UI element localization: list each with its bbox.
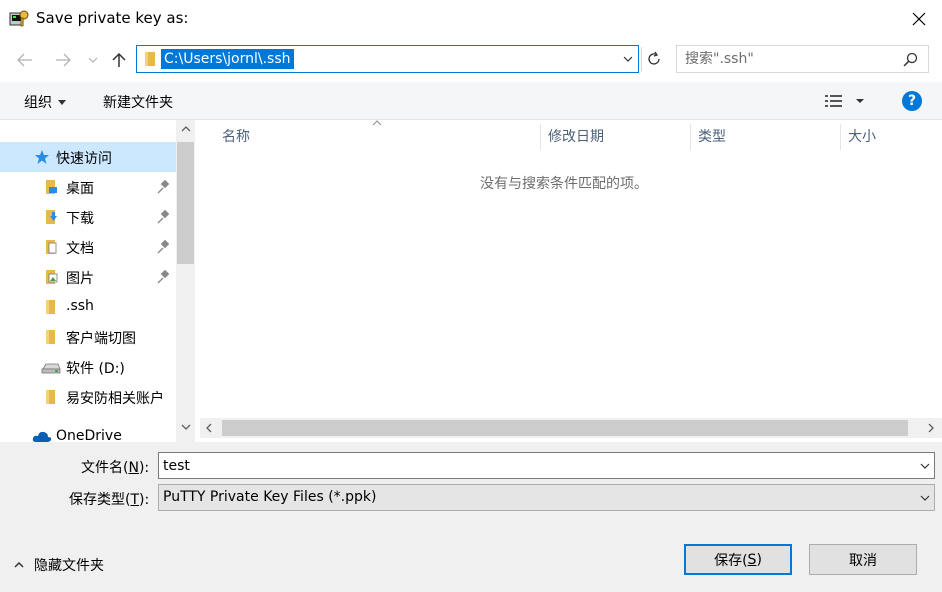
close-icon (912, 12, 926, 26)
sidebar-item-label: 软件 (D:) (66, 361, 125, 377)
folder-icon (46, 300, 55, 314)
sidebar-item-label: 桌面 (66, 181, 94, 197)
drive-icon (41, 363, 61, 374)
filename-label: 文件名(N): (81, 460, 150, 476)
column-header-name[interactable]: 名称 (214, 120, 540, 152)
sidebar-item-accounts[interactable]: 易安防相关账户 (0, 382, 176, 412)
save-button[interactable]: 保存(S) (684, 544, 792, 575)
refresh-button[interactable] (641, 47, 665, 71)
pin-icon[interactable] (157, 240, 171, 254)
filename-combobox[interactable] (158, 452, 935, 479)
sidebar-item-drive-d[interactable]: 软件 (D:) (0, 352, 176, 382)
chevron-down-icon (88, 57, 98, 63)
up-button[interactable] (106, 48, 132, 72)
sidebar-item-downloads[interactable]: 下载 (0, 202, 176, 232)
sidebar-item-desktop[interactable]: 桌面 (0, 172, 176, 202)
forward-button[interactable] (50, 48, 76, 72)
scroll-left-icon[interactable] (206, 423, 212, 433)
column-header-size[interactable]: 大小 (840, 120, 942, 152)
sidebar-item-label: 快速访问 (56, 151, 112, 167)
back-button[interactable] (12, 48, 38, 72)
scroll-thumb[interactable] (222, 420, 908, 436)
caret-down-icon (58, 99, 66, 105)
pictures-folder-icon (46, 270, 58, 284)
address-dropdown-icon[interactable] (623, 56, 633, 62)
sidebar-item-quick-access[interactable]: 快速访问 (0, 142, 176, 172)
sidebar-item-label: 下载 (66, 211, 94, 227)
refresh-icon (647, 51, 660, 65)
recent-locations-button[interactable] (85, 52, 101, 68)
hide-folders-toggle[interactable]: 隐藏文件夹 (14, 555, 104, 575)
sidebar-item-label: 易安防相关账户 (66, 391, 164, 407)
folder-icon (46, 330, 55, 344)
desktop-folder-icon (46, 180, 57, 194)
sidebar-item-label: 文档 (66, 241, 94, 257)
chevron-down-icon (920, 495, 930, 501)
scroll-thumb[interactable] (177, 142, 194, 264)
arrow-right-icon (56, 53, 71, 67)
chevron-down-icon[interactable] (920, 463, 930, 469)
filetype-label: 保存类型(T): (69, 492, 150, 508)
sidebar-item-label: 图片 (66, 271, 94, 287)
documents-folder-icon (46, 240, 57, 254)
sidebar-item-label: 客户端切图 (66, 331, 136, 347)
cloud-icon (32, 431, 52, 442)
file-list: 名称 修改日期 类型 大小 (196, 120, 942, 442)
filetype-select[interactable]: PuTTY Private Key Files (*.ppk) (158, 484, 935, 511)
folder-icon (143, 51, 157, 67)
search-input[interactable] (685, 50, 895, 68)
sidebar-item-documents[interactable]: 文档 (0, 232, 176, 262)
arrow-left-icon (17, 53, 32, 67)
close-button[interactable] (896, 0, 942, 38)
pin-icon[interactable] (157, 210, 171, 224)
details-view-icon (825, 95, 864, 107)
search-box[interactable] (676, 45, 929, 73)
pin-icon[interactable] (157, 270, 171, 284)
help-button[interactable]: ? (902, 91, 922, 111)
hide-folders-label: 隐藏文件夹 (34, 558, 104, 574)
address-path[interactable]: C:\Users\jornl\.ssh (161, 49, 294, 69)
column-header-modified[interactable]: 修改日期 (540, 120, 690, 152)
scroll-down-icon[interactable] (181, 424, 191, 430)
sidebar-item-label: OneDrive (56, 428, 122, 442)
chevron-up-icon (14, 562, 24, 568)
filetype-value: PuTTY Private Key Files (*.ppk) (163, 489, 377, 505)
puttygen-app-icon (9, 9, 29, 29)
organize-button[interactable]: 组织 (24, 92, 66, 112)
sidebar-item-label: .ssh (66, 298, 94, 314)
cancel-button[interactable]: 取消 (809, 544, 917, 575)
pin-icon[interactable] (157, 180, 171, 194)
search-icon[interactable] (903, 52, 918, 67)
title-bar: Save private key as: (0, 0, 942, 38)
navigation-pane: 快速访问 桌面 下载 文档 图片 .ssh 客户端切图 软件 (D:) 易安防相… (0, 120, 196, 442)
navigation-pane-scrollbar[interactable] (176, 120, 195, 442)
scroll-right-icon[interactable] (928, 423, 934, 433)
sidebar-item-pictures[interactable]: 图片 (0, 262, 176, 292)
sidebar-item-ssh[interactable]: .ssh (0, 292, 176, 322)
address-bar[interactable]: C:\Users\jornl\.ssh (136, 45, 639, 73)
column-header-type[interactable]: 类型 (690, 120, 840, 152)
filename-input[interactable] (163, 456, 903, 475)
organize-label: 组织 (24, 95, 52, 111)
scroll-up-icon[interactable] (181, 126, 191, 132)
file-list-horizontal-scrollbar[interactable] (200, 418, 942, 438)
help-icon: ? (907, 93, 917, 109)
empty-results-message: 没有与搜索条件匹配的项。 (480, 176, 648, 192)
new-folder-button[interactable]: 新建文件夹 (103, 92, 173, 112)
sidebar-item-onedrive[interactable]: OneDrive (0, 422, 176, 442)
download-folder-icon (46, 210, 57, 224)
view-options-button[interactable] (824, 93, 868, 109)
sidebar-item-client-slices[interactable]: 客户端切图 (0, 322, 176, 352)
window-title: Save private key as: (36, 9, 189, 27)
arrow-up-icon (112, 52, 126, 67)
folder-icon (46, 390, 55, 404)
star-icon (35, 150, 49, 164)
